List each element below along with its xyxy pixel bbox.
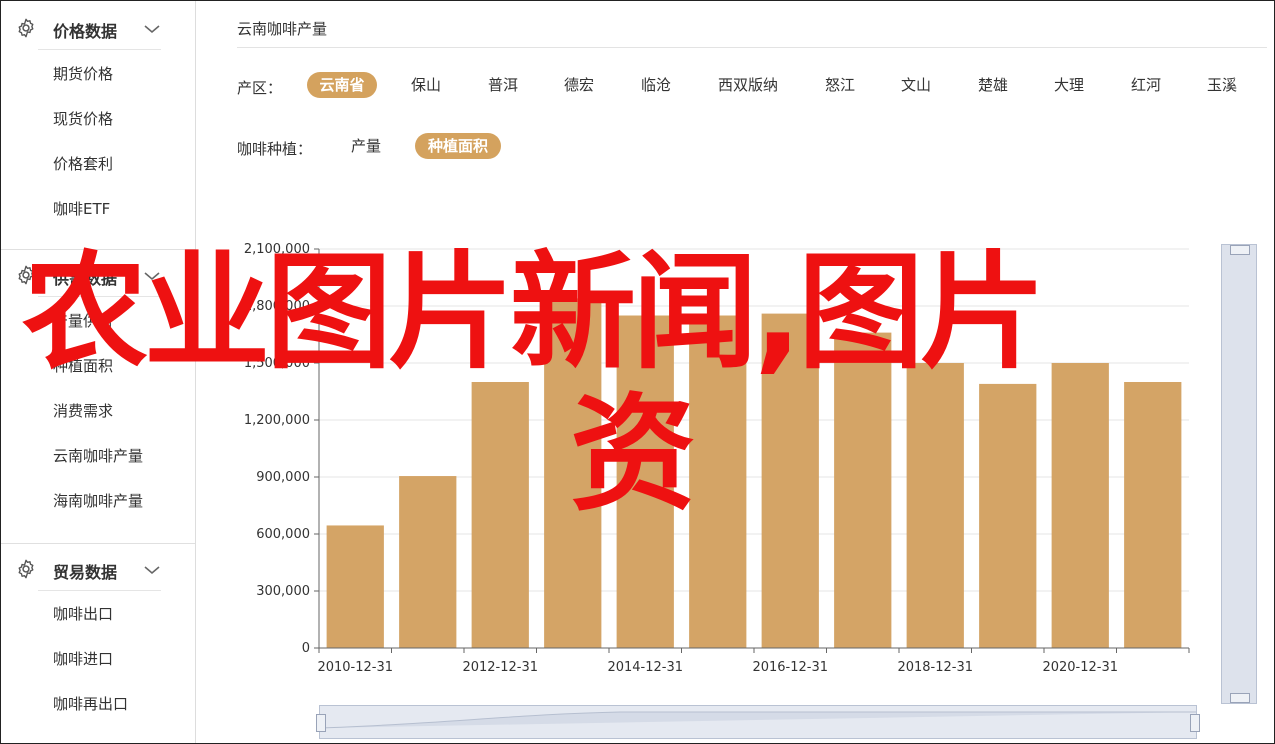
y-tick-label: 600,000 xyxy=(256,527,310,542)
y-tick-label: 2,100,000 xyxy=(244,242,310,257)
x-tick-label: 2012-12-31 xyxy=(462,660,538,675)
bar xyxy=(616,315,674,648)
y-tick-label: 1,500,000 xyxy=(244,356,310,371)
x-tick-label: 2020-12-31 xyxy=(1042,660,1118,675)
bar xyxy=(326,525,384,648)
slider-preview-line xyxy=(320,711,1196,729)
bar xyxy=(834,332,892,648)
horizontal-zoom-handle-right[interactable] xyxy=(1190,714,1200,732)
bar-chart: 0 300,000 600,000 900,000 1,200,000 1,500,000… xyxy=(244,242,1190,675)
bar xyxy=(979,383,1037,648)
x-tick-label: 2014-12-31 xyxy=(607,660,683,675)
x-tick-label: 2010-12-31 xyxy=(317,660,393,675)
bar xyxy=(1124,382,1182,648)
y-tick-label: 0 xyxy=(302,641,310,656)
vertical-zoom-handle-bottom[interactable] xyxy=(1230,693,1250,703)
bar xyxy=(906,363,964,648)
y-tick-label: 300,000 xyxy=(256,584,310,599)
bar xyxy=(399,476,457,648)
bar xyxy=(1051,363,1109,648)
horizontal-zoom-slider[interactable] xyxy=(316,705,1200,739)
app-window: 价格数据 期货价格 现货价格 价格套利 咖啡ETF 供需数据 产量供给 种植面积 消费需求 云南咖… xyxy=(0,0,1275,744)
vertical-zoom-slider[interactable] xyxy=(1221,244,1257,704)
bar xyxy=(689,315,747,648)
y-tick-label: 1,200,000 xyxy=(244,413,310,428)
bar xyxy=(471,382,529,648)
y-tick-label: 1,800,000 xyxy=(244,299,310,314)
bar xyxy=(761,313,819,648)
horizontal-zoom-handle-left[interactable] xyxy=(316,714,326,732)
x-tick-label: 2016-12-31 xyxy=(752,660,828,675)
y-tick-label: 900,000 xyxy=(256,470,310,485)
bar xyxy=(544,298,602,648)
vertical-zoom-handle-top[interactable] xyxy=(1230,245,1250,255)
x-tick-label: 2018-12-31 xyxy=(897,660,973,675)
